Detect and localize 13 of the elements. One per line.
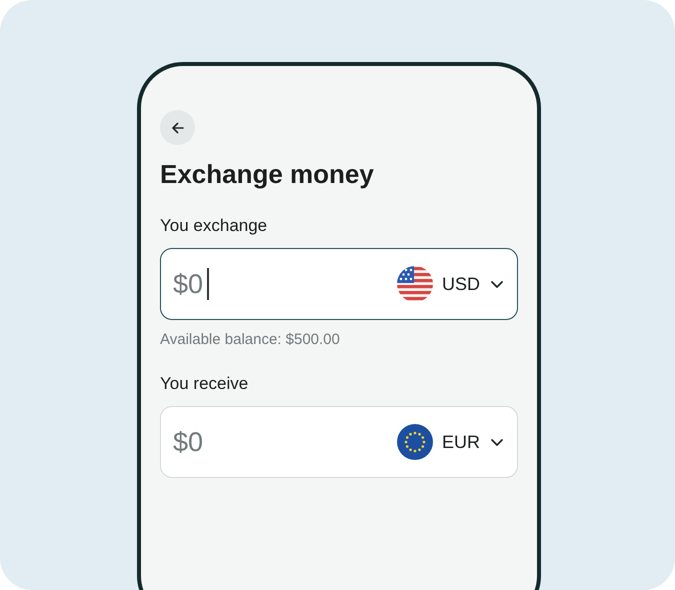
back-button[interactable] <box>160 110 195 145</box>
text-cursor <box>207 268 208 300</box>
flag-icon <box>396 424 433 460</box>
amount-field[interactable]: $0 EUR <box>160 406 518 478</box>
currency-selector[interactable]: USD <box>396 266 505 302</box>
currency-selector[interactable]: EUR <box>396 424 505 460</box>
helper-text: Available balance: $500.00 <box>160 331 341 348</box>
field-label: You receive <box>160 374 250 394</box>
flag-icon <box>396 266 433 302</box>
field-label: You exchange <box>160 216 268 236</box>
amount-field[interactable]: $0 USD <box>160 248 518 320</box>
page-title: Exchange money <box>160 159 375 190</box>
back-arrow-icon <box>170 120 186 136</box>
